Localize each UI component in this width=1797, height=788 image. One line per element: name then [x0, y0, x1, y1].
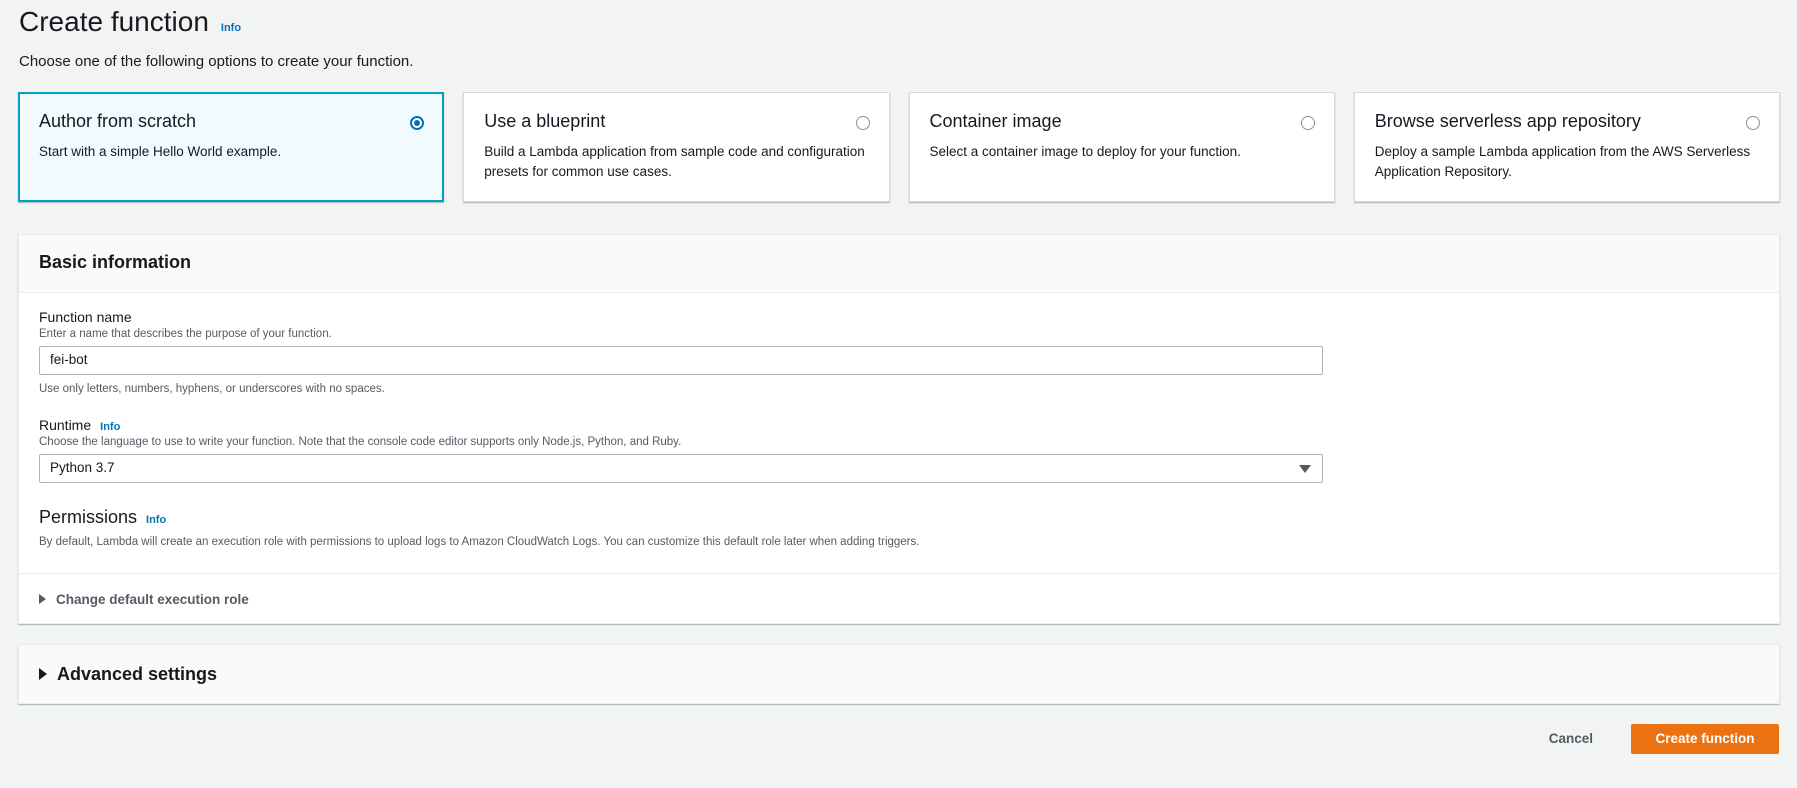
page-header: Create function Info	[19, 6, 241, 38]
basic-information-panel: Basic information Function name Enter a …	[18, 234, 1780, 624]
runtime-info-link[interactable]: Info	[100, 421, 120, 433]
create-function-button[interactable]: Create function	[1631, 723, 1779, 754]
radio-icon[interactable]	[1746, 116, 1760, 130]
option-description: Select a container image to deploy for y…	[929, 144, 1241, 159]
option-title: Container image	[929, 111, 1062, 131]
runtime-description: Choose the language to use to write your…	[39, 436, 682, 448]
page-title: Create function	[19, 6, 209, 37]
form-actions: Cancel Create function	[1529, 723, 1779, 754]
caret-down-icon	[1299, 465, 1311, 473]
option-title: Use a blueprint	[484, 111, 606, 131]
runtime-label: Runtime	[39, 417, 92, 433]
expander-label: Change default execution role	[56, 591, 249, 607]
cancel-button[interactable]: Cancel	[1529, 723, 1613, 754]
radio-icon[interactable]	[855, 116, 870, 130]
option-title: Author from scratch	[39, 111, 197, 131]
runtime-selected-value: Python 3.7	[50, 460, 115, 475]
advanced-settings-label: Advanced settings	[57, 663, 218, 684]
advanced-settings-expander[interactable]: Advanced settings	[18, 644, 1780, 704]
permissions-description: By default, Lambda will create an execut…	[39, 536, 920, 548]
function-name-constraint: Use only letters, numbers, hyphens, or u…	[39, 383, 385, 395]
change-execution-role-expander[interactable]: Change default execution role	[19, 573, 1779, 624]
creation-options: Author from scratch Start with a simple …	[18, 92, 1780, 202]
page-subtitle: Choose one of the following options to c…	[19, 53, 414, 70]
option-title: Browse serverless app repository	[1374, 111, 1641, 131]
function-name-label: Function name	[39, 309, 132, 325]
panel-heading: Basic information	[19, 235, 1779, 293]
panel-body: Function name Enter a name that describe…	[19, 293, 1779, 548]
option-container-image[interactable]: Container image Select a container image…	[908, 92, 1335, 202]
permissions-title: Permissions	[39, 507, 138, 527]
caret-right-icon	[39, 668, 47, 680]
runtime-field: Runtime Info Choose the language to use …	[39, 417, 1759, 483]
runtime-select[interactable]: Python 3.7	[39, 454, 1323, 483]
permissions-info-link[interactable]: Info	[146, 514, 166, 526]
option-use-a-blueprint[interactable]: Use a blueprint Build a Lambda applicati…	[463, 92, 890, 202]
option-description: Build a Lambda application from sample c…	[484, 144, 865, 179]
title-info-link[interactable]: Info	[221, 22, 241, 34]
radio-icon[interactable]	[1300, 116, 1315, 130]
option-browse-serverless-repo[interactable]: Browse serverless app repository Deploy …	[1353, 92, 1780, 202]
caret-right-icon	[39, 594, 46, 604]
function-name-description: Enter a name that describes the purpose …	[39, 328, 332, 340]
option-author-from-scratch[interactable]: Author from scratch Start with a simple …	[18, 92, 445, 202]
permissions-section: Permissions Info By default, Lambda will…	[39, 507, 1759, 548]
function-name-input[interactable]: fei-bot	[39, 346, 1323, 375]
option-description: Start with a simple Hello World example.	[39, 144, 282, 159]
option-description: Deploy a sample Lambda application from …	[1374, 144, 1751, 179]
create-function-page: Create function Info Choose one of the f…	[0, 0, 1797, 788]
